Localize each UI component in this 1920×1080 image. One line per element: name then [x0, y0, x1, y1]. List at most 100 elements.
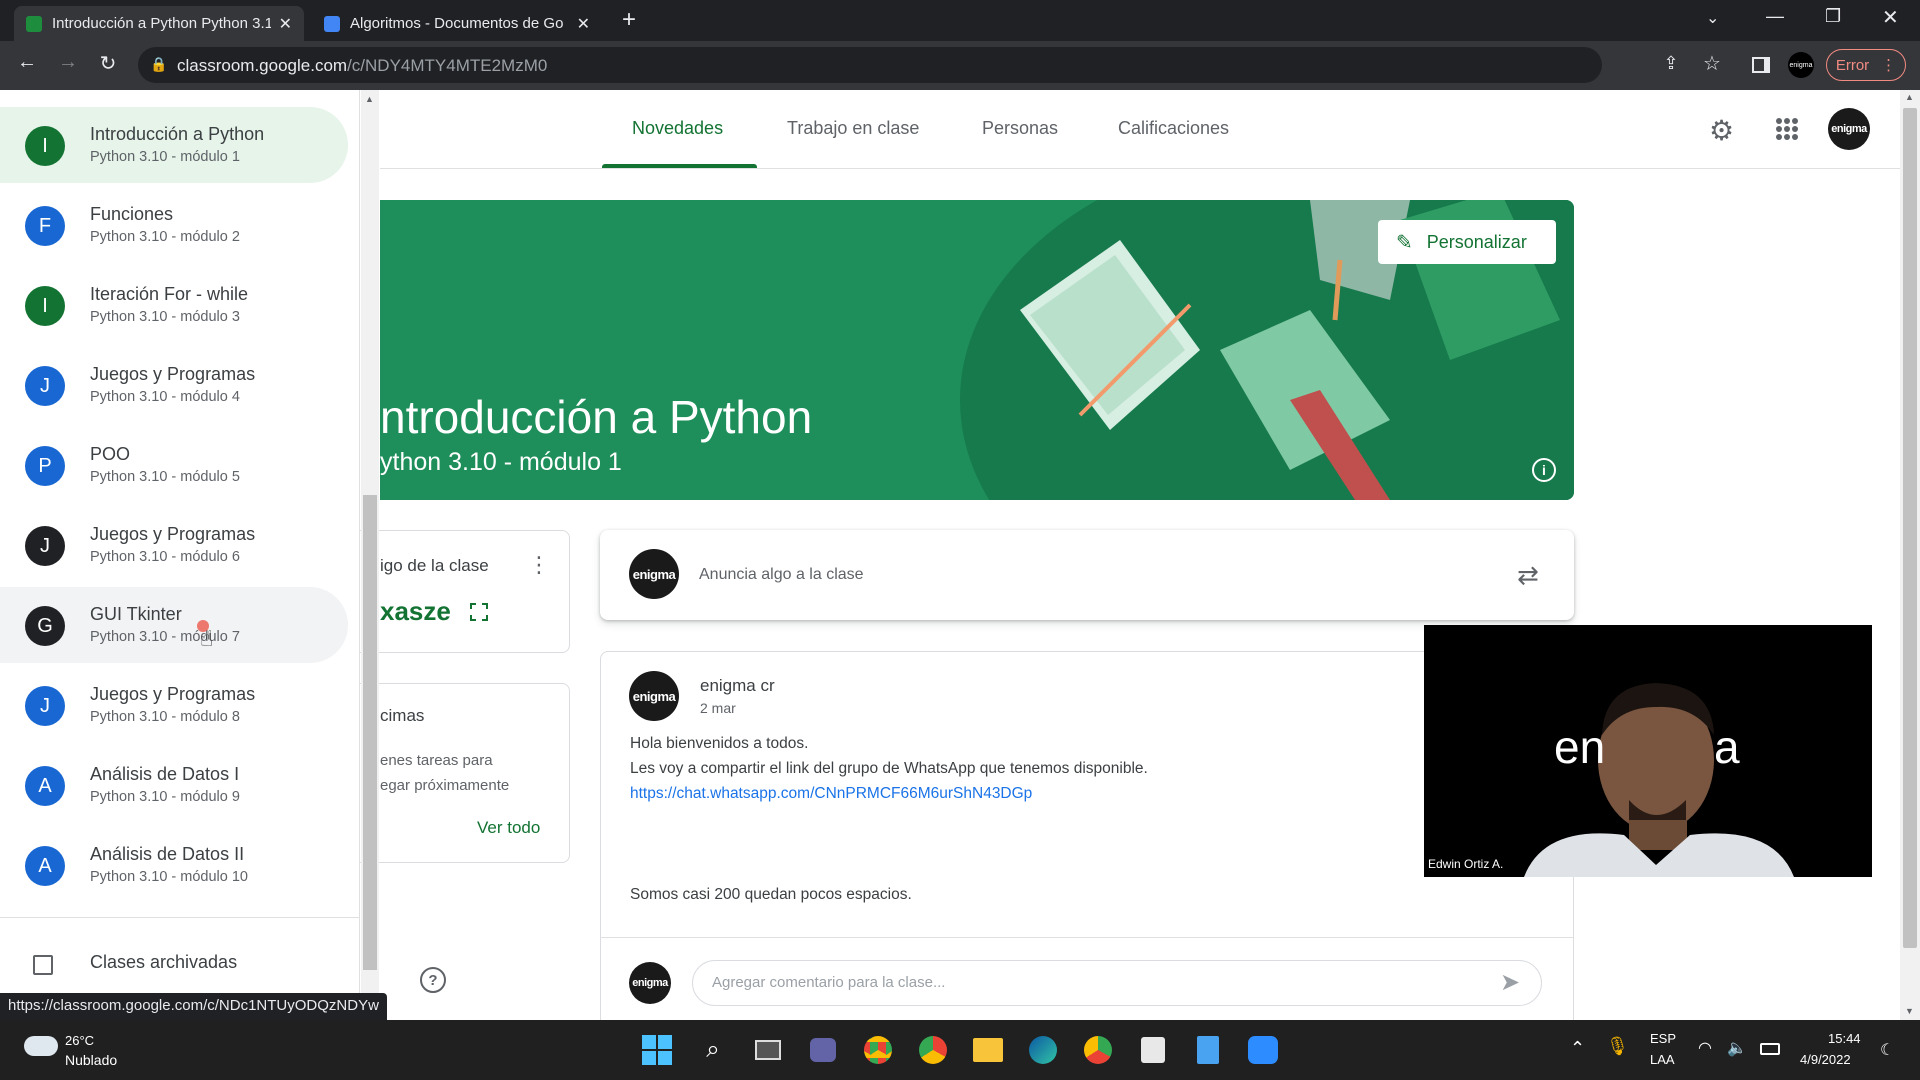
- post-divider: [600, 937, 1574, 938]
- new-tab-icon[interactable]: +: [622, 6, 636, 34]
- drawer-item[interactable]: J Juegos y Programas Python 3.10 - módul…: [0, 667, 348, 743]
- class-initial-avatar: A: [25, 846, 65, 886]
- drawer-item-title: GUI Tkinter: [90, 604, 182, 624]
- post-line3: Somos casi 200 quedan pocos espacios.: [630, 886, 912, 903]
- topnav-divider: [380, 168, 1900, 169]
- send-icon[interactable]: ➤: [1500, 968, 1520, 997]
- help-icon[interactable]: ?: [420, 967, 446, 993]
- drawer-item-subtitle: Python 3.10 - módulo 10: [90, 869, 248, 885]
- language-layout[interactable]: LAA: [1650, 1052, 1675, 1067]
- drawer-item-title: Juegos y Programas: [90, 364, 256, 384]
- back-icon[interactable]: ←: [12, 51, 42, 74]
- forward-icon[interactable]: →: [53, 51, 83, 74]
- drawer-item[interactable]: F Funciones Python 3.10 - módulo 2: [0, 187, 348, 263]
- drawer-item[interactable]: J Juegos y Programas Python 3.10 - módul…: [0, 347, 348, 423]
- lock-icon[interactable]: 🔒: [150, 56, 167, 73]
- clock-time[interactable]: 15:44: [1828, 1031, 1861, 1046]
- class-code-value: xasze: [380, 596, 451, 626]
- drawer-item[interactable]: P POO Python 3.10 - módulo 5: [0, 427, 348, 503]
- chrome-profile-icon[interactable]: [913, 1030, 953, 1070]
- overlay-text-left: en: [1554, 721, 1606, 773]
- drawer-item-subtitle: Python 3.10 - módulo 2: [90, 229, 240, 245]
- wifi-icon[interactable]: ◠: [1698, 1038, 1712, 1058]
- profile-avatar[interactable]: enigma: [1788, 52, 1814, 78]
- weather-temp[interactable]: 26°C: [65, 1033, 94, 1048]
- class-info-icon[interactable]: i: [1532, 458, 1556, 482]
- apps-grid-icon[interactable]: [1776, 118, 1798, 140]
- archive-icon[interactable]: [33, 955, 53, 975]
- reload-icon[interactable]: ↻: [93, 51, 123, 76]
- close-window-icon[interactable]: ✕: [1882, 5, 1899, 30]
- drawer-item-title: Análisis de Datos II: [90, 844, 245, 864]
- drawer-item-subtitle: Python 3.10 - módulo 8: [90, 709, 240, 725]
- tab-novedades[interactable]: Novedades: [632, 118, 723, 139]
- scroll-down-icon[interactable]: ▼: [1905, 1006, 1914, 1016]
- drawer-item[interactable]: G GUI Tkinter Python 3.10 - módulo 7: [0, 587, 348, 663]
- comment-avatar: enigma: [629, 962, 671, 1004]
- post-link[interactable]: https://chat.whatsapp.com/CNnPRMCF66M6ur…: [630, 785, 1032, 803]
- minimize-icon[interactable]: —: [1766, 6, 1784, 27]
- post-line2: Les voy a compartir el link del grupo de…: [630, 760, 1148, 777]
- class-code-label: igo de la clase: [380, 556, 489, 575]
- fullscreen-icon[interactable]: [470, 603, 488, 621]
- language-code[interactable]: ESP: [1650, 1031, 1676, 1046]
- settings-gear-icon[interactable]: ⚙: [1709, 114, 1734, 147]
- tab-search-icon[interactable]: ⌄: [1706, 8, 1719, 28]
- post-author-avatar: enigma: [629, 671, 679, 721]
- repost-icon[interactable]: ⇄: [1517, 560, 1539, 591]
- scroll-up-icon[interactable]: ▲: [1905, 92, 1914, 102]
- chrome-icon[interactable]: [858, 1030, 898, 1070]
- browser-tab-docs[interactable]: Algoritmos - Documentos de Go ✕: [312, 6, 602, 41]
- view-all-link[interactable]: Ver todo: [477, 818, 540, 838]
- chrome-alt-icon[interactable]: [1078, 1030, 1118, 1070]
- tab-calificaciones[interactable]: Calificaciones: [1118, 118, 1229, 139]
- more-vert-icon: ⋮: [1881, 57, 1897, 74]
- side-panel-icon[interactable]: [1752, 57, 1770, 73]
- account-avatar[interactable]: enigma: [1828, 108, 1870, 150]
- zoom-icon[interactable]: [1243, 1030, 1283, 1070]
- error-button[interactable]: Error ⋮: [1826, 49, 1906, 81]
- composer-placeholder[interactable]: Anuncia algo a la clase: [699, 566, 864, 584]
- drawer-item[interactable]: A Análisis de Datos I Python 3.10 - módu…: [0, 747, 348, 823]
- class-initial-avatar: J: [25, 526, 65, 566]
- restore-icon[interactable]: ❐: [1825, 6, 1841, 27]
- tab-trabajo-en-clase[interactable]: Trabajo en clase: [787, 118, 919, 139]
- drawer-item[interactable]: A Análisis de Datos II Python 3.10 - mód…: [0, 827, 348, 903]
- drawer-scroll-up-icon[interactable]: ▲: [365, 94, 374, 104]
- docs-favicon-icon: [324, 15, 340, 32]
- page-scroll-thumb[interactable]: [1903, 108, 1917, 948]
- status-bar-url: https://classroom.google.com/c/NDc1NTUyO…: [0, 993, 387, 1020]
- drawer-item[interactable]: I Introducción a Python Python 3.10 - mó…: [0, 107, 348, 183]
- comment-placeholder[interactable]: Agregar comentario para la clase...: [712, 974, 945, 991]
- drawer-scroll-thumb[interactable]: [363, 495, 377, 970]
- customize-button[interactable]: ✎ Personalizar: [1378, 220, 1556, 264]
- close-tab-icon[interactable]: ✕: [577, 14, 590, 34]
- task-view-icon[interactable]: [748, 1030, 788, 1070]
- battery-icon[interactable]: [1760, 1043, 1780, 1055]
- edge-icon[interactable]: [1023, 1030, 1063, 1070]
- drawer-item[interactable]: I Iteración For - while Python 3.10 - mó…: [0, 267, 348, 343]
- share-icon[interactable]: ⇪: [1656, 53, 1686, 74]
- weather-cloud-icon[interactable]: [24, 1036, 58, 1056]
- hand-cursor-icon: ☝: [200, 626, 214, 651]
- more-vert-icon[interactable]: ⋮: [528, 552, 550, 578]
- file-explorer-icon[interactable]: [968, 1030, 1008, 1070]
- search-icon[interactable]: ⌕: [693, 1030, 733, 1070]
- drawer-item-subtitle: Python 3.10 - módulo 6: [90, 549, 240, 565]
- notifications-icon[interactable]: ☾: [1880, 1040, 1894, 1060]
- volume-icon[interactable]: 🔈: [1727, 1038, 1747, 1058]
- close-tab-icon[interactable]: ✕: [279, 14, 292, 34]
- browser-tab-classroom[interactable]: Introducción a Python Python 3.1 ✕: [14, 6, 304, 41]
- archived-classes-link[interactable]: Clases archivadas: [90, 952, 237, 973]
- clock-date[interactable]: 4/9/2022: [1800, 1052, 1851, 1067]
- microphone-icon[interactable]: 🎙: [1606, 1036, 1629, 1057]
- bookmark-star-icon[interactable]: ☆: [1697, 51, 1727, 76]
- tab-personas[interactable]: Personas: [982, 118, 1058, 139]
- snipping-tool-icon[interactable]: [1133, 1030, 1173, 1070]
- notepad-icon[interactable]: [1188, 1030, 1228, 1070]
- drawer-item[interactable]: J Juegos y Programas Python 3.10 - módul…: [0, 507, 348, 583]
- chevron-up-icon[interactable]: ⌃: [1570, 1038, 1585, 1059]
- teams-chat-icon[interactable]: [803, 1030, 843, 1070]
- windows-start-icon[interactable]: [637, 1030, 677, 1070]
- weather-desc[interactable]: Nublado: [65, 1052, 117, 1068]
